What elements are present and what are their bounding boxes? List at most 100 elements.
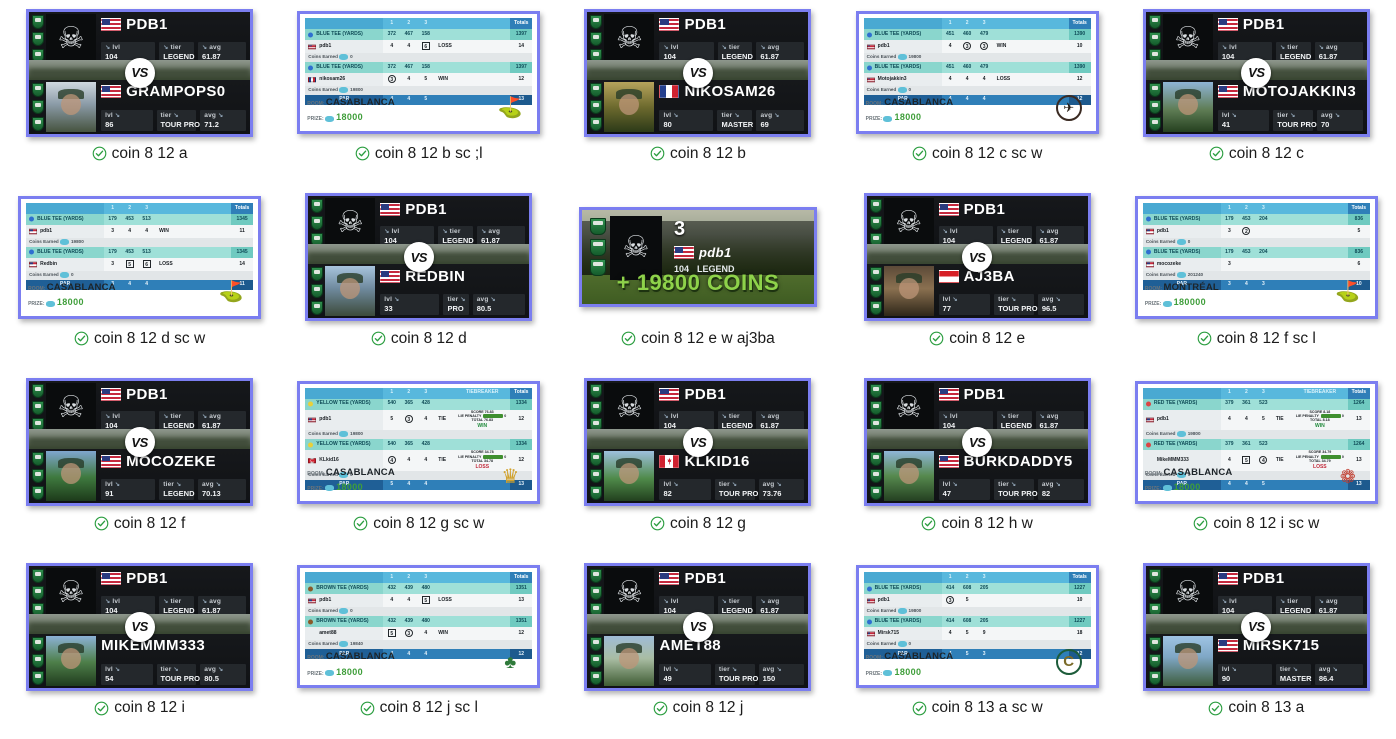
- thumbnail-caption: coin 8 12 j sc l: [360, 700, 478, 716]
- tee-spacer: [1271, 246, 1292, 258]
- vs-match-card[interactable]: ☠ PDB1 ↘ lvl 104 ↘ tier LEGEND ↘ avg 61.87 VS MIKEMM…: [26, 562, 254, 691]
- scorecard-inner: 1 2 3 TIEBREAKER Totals YELLOW TEE (YARDS) 540…: [300, 384, 537, 501]
- yardage: 453: [1237, 246, 1255, 258]
- header-result: [992, 18, 1013, 29]
- stat-key: tier: [170, 413, 182, 420]
- yardage: 523: [1254, 439, 1272, 451]
- coin-icon: [339, 608, 349, 615]
- badge-column: [590, 82, 603, 131]
- scorecard-card[interactable]: 1 2 3 Totals BLUE TEE (YARDS) 372 467 158 1397 pd…: [297, 11, 541, 134]
- player-score-row: nikosam26 3 4 5 WIN 12: [305, 73, 533, 86]
- scorecard-card[interactable]: 1 2 3 Totals BROWN TEE (YARDS) 432 439 480 1351 p…: [297, 565, 541, 689]
- sort-arrow-icon: ↘: [760, 598, 766, 605]
- tiebreaker-header: [175, 202, 232, 214]
- scorecard-footer: ROOM: CASABLANCA PRIZE: 18000: [1145, 465, 1233, 495]
- thumbnail-caption: coin 8 12 a: [92, 146, 188, 162]
- scorecard-card[interactable]: 1 2 3 TIEBREAKER Totals YELLOW TEE (YARDS) 540…: [297, 380, 541, 504]
- vs-match-card[interactable]: ☠ PDB1 ↘ lvl 104 ↘ tier LEGEND ↘ avg 61.87 VS REDBIN…: [305, 193, 533, 322]
- score-total: 18: [1068, 627, 1091, 641]
- badge-column: [1148, 82, 1161, 131]
- vs-match-card[interactable]: ☠ PDB1 ↘ lvl 104 ↘ tier LEGEND ↘ avg 61.87 VS MOCOZE…: [26, 378, 254, 506]
- sort-arrow-icon: ↘: [201, 414, 208, 420]
- vs-match-card[interactable]: ☠ PDB1 ↘ lvl 104 ↘ tier LEGEND ↘ avg 61.87 VS GRAMPO…: [26, 8, 254, 137]
- score-cell: 4: [417, 409, 435, 431]
- stat-label-lvl: lvl ↘: [105, 112, 148, 119]
- tb-penalty-label: LIE PENALTY: [458, 454, 483, 459]
- birdie-marker: 3: [946, 596, 955, 605]
- vs-match-card[interactable]: ☠ PDB1 ↘ lvl 104 ↘ tier LEGEND ↘ avg 61.87 VS NIKOSA…: [584, 8, 812, 137]
- match-result: WIN: [155, 224, 176, 238]
- match-result: [992, 627, 1013, 641]
- stat-value-tier: TOUR PRO: [718, 673, 759, 683]
- stat-avg: avg ↘ 80.5: [472, 294, 526, 316]
- coins-award-card[interactable]: ☠ 3 pdb1 104 LEGEND + 19800 COINS: [578, 207, 817, 308]
- score-total: 12: [510, 627, 533, 641]
- stat-label-tier: tier ↘: [447, 296, 465, 303]
- thumbnail-wrapper: ☠ PDB1 ↘ lvl 104 ↘ tier LEGEND ↘ avg 61.87 VS MOCOZE…: [0, 370, 279, 515]
- avatar-head: [619, 93, 640, 115]
- rank-badge-icon: [311, 216, 324, 231]
- yardage: 204: [1254, 213, 1272, 225]
- rank-badge-icon: [590, 99, 603, 114]
- hole-number: 2: [400, 18, 418, 29]
- crown-icon: ♛: [501, 466, 520, 488]
- room-line: ROOM: CASABLANCA: [28, 280, 116, 295]
- stat-key: lvl: [112, 597, 121, 605]
- coins-earned-label: Coins Earned 19800: [305, 430, 384, 440]
- vs-match-card[interactable]: ☠ PDB1 ↘ lvl 104 ↘ tier LEGEND ↘ avg 61.87 VS AJ3BA l…: [863, 193, 1091, 322]
- yardage: 428: [417, 439, 435, 451]
- score-cell: 4: [417, 627, 435, 641]
- tee-row: BLUE TEE (YARDS) 372 467 158 1397: [305, 62, 533, 73]
- match-result: WIN: [434, 627, 455, 641]
- vs-match-card[interactable]: ☠ PDB1 ↘ lvl 104 ↘ tier LEGEND ↘ avg 61.87 VS MIRSK7…: [1142, 562, 1370, 691]
- vs-badge: VS: [962, 427, 993, 457]
- scorecard-card[interactable]: 1 2 3 Totals BLUE TEE (YARDS) 179 453 513 1345 pd…: [18, 195, 262, 319]
- flag-icon-us: [101, 572, 122, 586]
- tb-penalty-label: LIE PENALTY: [458, 413, 483, 418]
- scorecard-card[interactable]: 1 2 3 Totals BLUE TEE (YARDS) 451 460 479 1390 pd…: [855, 11, 1099, 134]
- scorecard-card[interactable]: 1 2 3 TIEBREAKER Totals RED TEE (YARDS) 379 361…: [1134, 380, 1378, 504]
- hole-number: 3: [138, 202, 156, 214]
- coins-earned-row: Coins Earned 0: [305, 607, 533, 617]
- sort-arrow-icon: ↘: [776, 666, 782, 673]
- vs-match-card[interactable]: ☠ PDB1 ↘ lvl 104 ↘ tier LEGEND ↘ avg 61.87 VS MOTOJA…: [1142, 8, 1370, 137]
- yardage: 428: [417, 398, 435, 410]
- sort-arrow-icon: ↘: [952, 482, 958, 488]
- score-cell: 4: [941, 40, 959, 53]
- tee-spacer: [992, 616, 1013, 628]
- coins-awarded: + 19800 COINS: [616, 270, 780, 296]
- coin-icon: [883, 115, 893, 122]
- vs-match-card[interactable]: ☠ PDB1 ↘ lvl 104 ↘ tier LEGEND ↘ avg 61.87 VS BURKDA…: [863, 378, 1091, 506]
- sort-arrow-icon: ↘: [173, 666, 179, 673]
- stat-key: lvl: [384, 296, 393, 304]
- vs-match-card[interactable]: ☠ PDB1 ↘ lvl 104 ↘ tier LEGEND ↘ avg 61.87 VS AMET88…: [584, 562, 812, 691]
- thumbnail-cell: ☠ PDB1 ↘ lvl 104 ↘ tier LEGEND ↘ avg 61.87 VS MOCOZE…: [0, 370, 279, 555]
- scorecard-card[interactable]: 1 2 3 Totals BLUE TEE (YARDS) 179 453 204 836 pdb…: [1134, 195, 1378, 319]
- caption-text: coin 8 12 i sc w: [1213, 514, 1320, 532]
- stat-value-tier: MASTER: [1279, 673, 1312, 683]
- avatar-bottom: [325, 266, 376, 317]
- stat-key: lvl: [663, 665, 672, 673]
- coins-earned-value: 19800: [908, 608, 922, 614]
- prize-value: 18000: [894, 666, 922, 677]
- scorecard-card[interactable]: 1 2 3 Totals BLUE TEE (YARDS) 414 608 205 1227 pd…: [855, 565, 1099, 689]
- coins-earned-label: Coins Earned 201240: [1142, 270, 1221, 280]
- player-stats-bottom: lvl ↘ 41 tier ↘ TOUR PRO avg ↘ 70: [1217, 109, 1363, 131]
- thumbnail-caption: coin 8 12 g sc w: [353, 515, 484, 532]
- player-stats-bottom: lvl ↘ 47 tier ↘ TOUR PRO avg ↘ 82: [938, 479, 1084, 500]
- sort-arrow-icon: ↘: [663, 414, 669, 420]
- player-panel-bottom: BURKDADDY5 lvl ↘ 47 tier ↘ TOUR PRO avg ↘ 82: [866, 449, 1088, 503]
- vs-match-card[interactable]: ☠ PDB1 ↘ lvl 104 ↘ tier LEGEND ↘ avg 61.87 VS KLKID1…: [584, 378, 812, 506]
- par-value: 3: [975, 649, 993, 660]
- stat-value-lvl: 80: [663, 119, 672, 129]
- player-name-row-bottom: MOTOJAKKIN3: [1217, 82, 1356, 102]
- yardage: 179: [104, 246, 122, 258]
- match-result: TIE: [1271, 409, 1292, 431]
- coins-earned-label: Coins Earned 19800: [863, 53, 942, 62]
- tee-label: BLUE TEE (YARDS): [863, 616, 942, 628]
- hole-number: 1: [1220, 387, 1238, 399]
- player-label: amet88: [305, 627, 384, 641]
- course-logo-golfer-1895-logo: ⛳: [493, 91, 527, 125]
- score-cell: 3: [400, 627, 418, 641]
- scorecard-header-row: 1 2 3 Totals: [863, 572, 1091, 584]
